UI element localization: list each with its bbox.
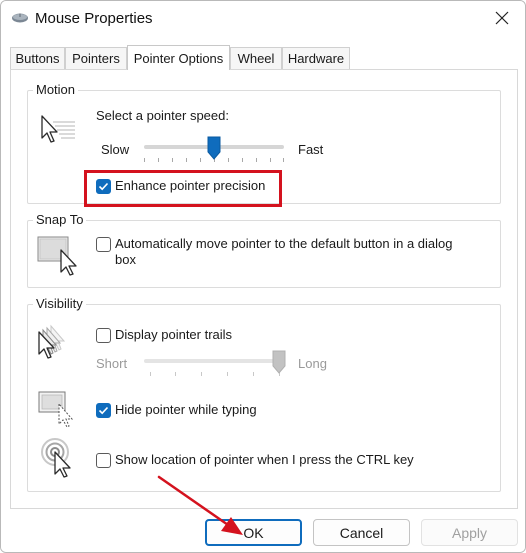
mouse-properties-window: Mouse Properties Buttons Pointers Pointe… bbox=[0, 0, 526, 553]
window-title: Mouse Properties bbox=[35, 10, 153, 27]
title-bar: Mouse Properties bbox=[1, 1, 525, 37]
fast-label: Fast bbox=[298, 142, 324, 157]
ok-button[interactable]: OK bbox=[205, 519, 302, 546]
pointer-location-icon bbox=[41, 438, 71, 478]
slow-label: Slow bbox=[101, 142, 130, 157]
snap-to-label-line2: box bbox=[115, 252, 136, 267]
checkmark-icon bbox=[98, 182, 109, 191]
snap-to-group-label: Snap To bbox=[33, 212, 87, 227]
show-location-checkbox[interactable] bbox=[96, 453, 111, 468]
pointer-trails-checkbox[interactable] bbox=[96, 328, 111, 343]
tab-pointer-options[interactable]: Pointer Options bbox=[127, 45, 230, 70]
tab-pointers[interactable]: Pointers bbox=[65, 47, 127, 69]
trail-length-slider-track[interactable] bbox=[144, 359, 284, 363]
hide-while-typing-label: Hide pointer while typing bbox=[115, 402, 257, 417]
pointer-trails-label: Display pointer trails bbox=[115, 327, 233, 342]
cancel-button[interactable]: Cancel bbox=[313, 519, 410, 546]
snap-to-checkbox[interactable] bbox=[96, 237, 111, 252]
pointer-options-panel: Motion Select a pointer speed: Slow Fast… bbox=[10, 69, 518, 509]
close-button[interactable] bbox=[485, 3, 519, 33]
apply-button: Apply bbox=[421, 519, 518, 546]
close-icon bbox=[495, 11, 509, 25]
tab-wheel[interactable]: Wheel bbox=[230, 47, 282, 69]
visibility-group-label: Visibility bbox=[33, 296, 86, 311]
tab-hardware[interactable]: Hardware bbox=[282, 47, 350, 69]
hide-pointer-icon bbox=[38, 391, 74, 428]
snap-to-label-line1: Automatically move pointer to the defaul… bbox=[115, 236, 453, 251]
hide-while-typing-checkbox[interactable] bbox=[96, 403, 111, 418]
motion-group-label: Motion bbox=[33, 82, 79, 97]
short-label: Short bbox=[96, 356, 128, 371]
trail-length-slider-ticks bbox=[144, 372, 284, 376]
speed-label: Select a pointer speed: bbox=[96, 108, 229, 123]
snap-to-button-icon bbox=[37, 236, 77, 276]
mouse-icon bbox=[12, 13, 28, 23]
show-location-label: Show location of pointer when I press th… bbox=[115, 452, 414, 467]
trail-length-slider-thumb[interactable] bbox=[272, 350, 286, 374]
speed-slider-thumb[interactable] bbox=[207, 136, 221, 160]
enhance-precision-checkbox[interactable] bbox=[96, 179, 111, 194]
enhance-precision-label: Enhance pointer precision bbox=[115, 178, 266, 193]
long-label: Long bbox=[298, 356, 327, 371]
pointer-speed-icon bbox=[41, 115, 75, 143]
tab-buttons[interactable]: Buttons bbox=[10, 47, 65, 69]
snap-to-group bbox=[27, 220, 501, 288]
pointer-trails-icon bbox=[38, 324, 66, 359]
checkmark-icon bbox=[98, 406, 109, 415]
